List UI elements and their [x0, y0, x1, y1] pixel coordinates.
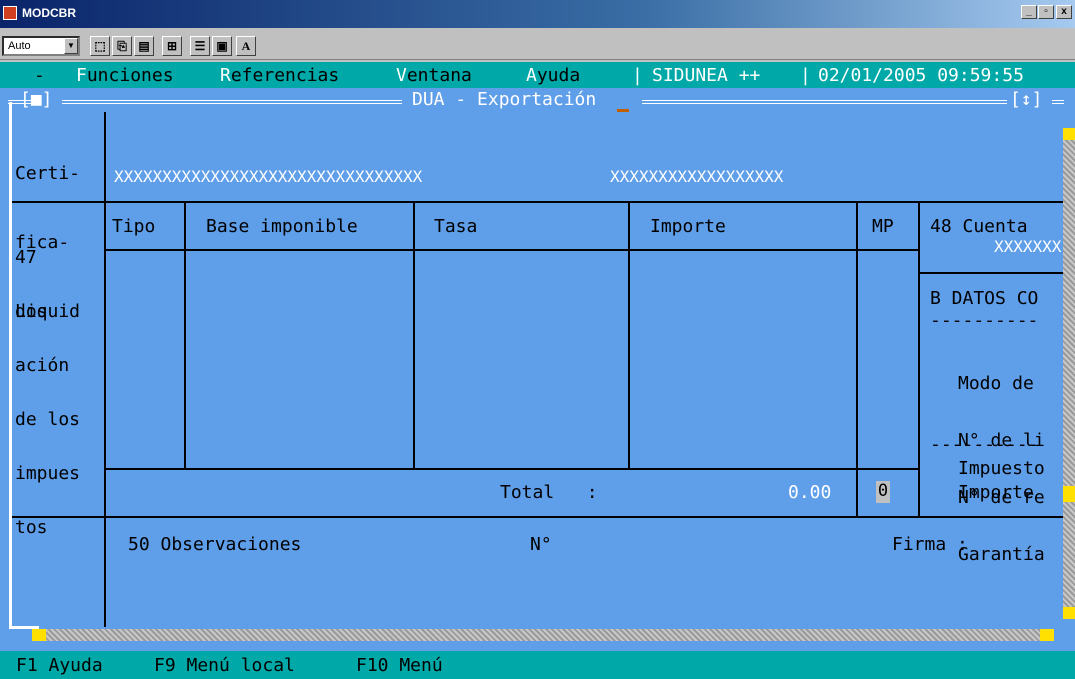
observaciones-label: 50 Observaciones [128, 534, 302, 555]
cuenta-label: 48 Cuenta [930, 216, 1028, 237]
chevron-down-icon[interactable]: ▼ [64, 38, 78, 54]
close-button[interactable]: x [1056, 5, 1072, 19]
frame-border [62, 100, 402, 104]
frame-border [642, 100, 1007, 104]
grid-line [104, 249, 920, 251]
scroll-up-icon[interactable] [1063, 128, 1075, 140]
menu-ventana[interactable]: Ventana [396, 65, 472, 86]
certificados-value-2[interactable]: XXXXXXXXXXXXXXXXXX [610, 167, 783, 186]
f9-local-menu[interactable]: F9 Menú local [154, 655, 295, 676]
frame-resize-marker[interactable]: [↕] [1010, 89, 1043, 110]
status-bar: F1 Ayuda F9 Menú local F10 Menú [0, 651, 1075, 679]
frame-left-border [9, 102, 12, 628]
grid-line [918, 201, 920, 517]
grid-line [628, 201, 630, 470]
header-mp: MP [872, 216, 894, 237]
menu-referencias[interactable]: Referencias [220, 65, 339, 86]
app-icon [3, 6, 17, 20]
scroll-down-icon[interactable] [1063, 607, 1075, 619]
grid-line [413, 201, 415, 470]
importe-label: Importe [958, 482, 1034, 503]
header-base-imponible: Base imponible [206, 216, 358, 237]
liquidacion-label: 47 Liquid ación de los impues tos [15, 247, 81, 538]
datetime: 02/01/2005 09:59:55 [818, 65, 1024, 86]
cursor [617, 109, 629, 112]
window-titlebar: MODCBR _ ▫ x [0, 0, 1075, 28]
divider: | [632, 65, 643, 86]
grid-line [856, 201, 858, 517]
total-label: Total : [500, 482, 598, 503]
font-button[interactable]: A [236, 36, 256, 56]
dashes: ---------- [930, 310, 1039, 331]
grid-line [184, 201, 186, 470]
header-importe: Importe [650, 216, 726, 237]
properties-icon[interactable]: ☰ [190, 36, 210, 56]
grid-line [12, 516, 1063, 518]
menu-system[interactable]: - [34, 65, 45, 86]
f1-help[interactable]: F1 Ayuda [16, 655, 103, 676]
paste-icon[interactable]: ▤ [134, 36, 154, 56]
header-tasa: Tasa [434, 216, 478, 237]
mp-input[interactable]: 0 [876, 481, 890, 503]
scroll-left-icon[interactable] [32, 629, 46, 641]
vertical-scrollbar[interactable] [1063, 140, 1075, 614]
menu-ayuda[interactable]: Ayuda [526, 65, 580, 86]
scroll-right-icon[interactable] [1040, 629, 1054, 641]
f10-menu[interactable]: F10 Menú [356, 655, 443, 676]
font-size-value: Auto [8, 40, 31, 52]
frame-close-marker[interactable]: [■] [20, 89, 53, 110]
numero-label: N° [530, 534, 552, 555]
firma-label: Firma : [892, 534, 968, 555]
grid-line [104, 468, 920, 470]
datos-label: B DATOS CO [930, 288, 1039, 309]
certificados-value-1[interactable]: XXXXXXXXXXXXXXXXXXXXXXXXXXXXXXXX [114, 167, 422, 186]
background-icon[interactable]: ▣ [212, 36, 232, 56]
copy-icon[interactable]: ⎘ [112, 36, 132, 56]
header-tipo: Tipo [112, 216, 156, 237]
font-size-select[interactable]: Auto ▼ [2, 36, 80, 56]
scroll-thumb[interactable] [1063, 486, 1075, 502]
dashes: ---------- [930, 434, 1039, 455]
horizontal-scrollbar[interactable] [42, 629, 1042, 641]
console-area: - Funciones Referencias Ventana Ayuda | … [0, 62, 1075, 679]
total-value: 0.00 [788, 482, 832, 503]
impuesto-label: Impuesto [958, 458, 1045, 479]
grid-line [12, 201, 1063, 203]
grid-line [920, 272, 1063, 274]
frame-title: DUA - Exportación [412, 89, 597, 110]
divider: | [800, 65, 811, 86]
app-name: SIDUNEA ++ [652, 65, 761, 86]
cuenta-value[interactable]: XXXXXXX [994, 237, 1061, 256]
minimize-button[interactable]: _ [1021, 5, 1037, 19]
window-title: MODCBR [22, 6, 76, 20]
fullscreen-icon[interactable]: ⊞ [162, 36, 182, 56]
frame-border [1052, 100, 1064, 104]
menu-bar: - Funciones Referencias Ventana Ayuda | … [0, 62, 1075, 88]
grid-line [104, 112, 106, 627]
menu-funciones[interactable]: Funciones [76, 65, 174, 86]
mark-icon[interactable]: ⬚ [90, 36, 110, 56]
maximize-button[interactable]: ▫ [1038, 5, 1054, 19]
